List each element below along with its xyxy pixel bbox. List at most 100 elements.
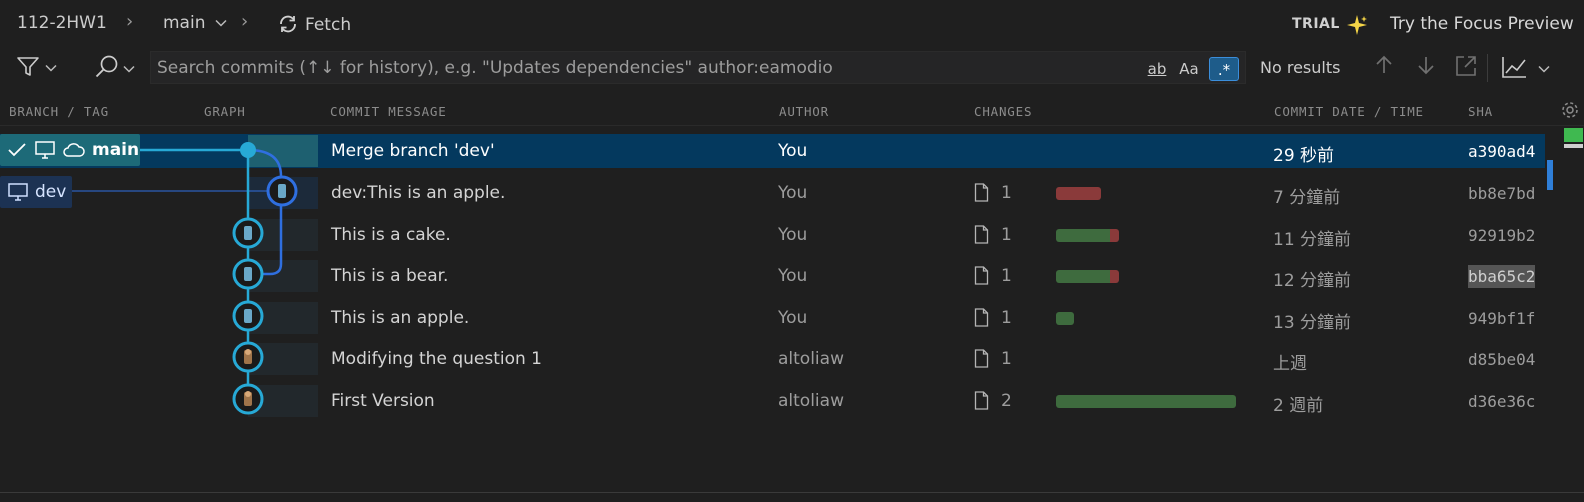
commit-date: 13 分鐘前 bbox=[1273, 313, 1352, 333]
commit-sha-highlight: bba65c2 bbox=[1468, 265, 1536, 288]
arrow-up-icon bbox=[1376, 55, 1392, 73]
deletions-segment bbox=[1110, 270, 1119, 283]
changed-files-count: 1 bbox=[1001, 349, 1012, 369]
column-header-sha[interactable]: SHA bbox=[1468, 104, 1493, 119]
search-toolbar: ab Aa .* No results bbox=[0, 48, 1584, 88]
chevron-down-icon bbox=[215, 19, 227, 27]
chevron-down-icon bbox=[45, 64, 57, 72]
commit-avatar-node[interactable] bbox=[232, 300, 264, 332]
commit-message: This is a bear. bbox=[331, 266, 449, 286]
repo-name[interactable]: 112-2HW1 bbox=[17, 13, 107, 33]
changes-bar bbox=[1056, 229, 1119, 242]
commit-avatar-node[interactable] bbox=[232, 217, 264, 249]
changed-files-count: 1 bbox=[1001, 183, 1012, 203]
previous-result-button[interactable] bbox=[1370, 54, 1398, 82]
commit-avatar-node[interactable] bbox=[232, 258, 264, 290]
additions-segment bbox=[1056, 312, 1074, 325]
commit-sha[interactable]: d85be04 bbox=[1468, 350, 1535, 369]
file-icon bbox=[974, 266, 989, 285]
commit-date: 2 週前 bbox=[1273, 396, 1324, 416]
column-header-date[interactable]: COMMIT DATE / TIME bbox=[1274, 104, 1424, 119]
commit-date: 7 分鐘前 bbox=[1273, 188, 1341, 208]
search-icon bbox=[95, 55, 118, 78]
filter-icon bbox=[17, 57, 39, 76]
commit-message: This is an apple. bbox=[331, 308, 470, 328]
commit-sha[interactable]: bba65c2 bbox=[1468, 265, 1536, 288]
commit-date: 11 分鐘前 bbox=[1273, 230, 1352, 250]
toolbar-divider bbox=[1487, 54, 1488, 82]
commit-message: Modifying the question 1 bbox=[331, 349, 542, 369]
file-icon bbox=[974, 183, 989, 202]
match-whole-word-toggle[interactable]: ab bbox=[1143, 57, 1171, 81]
scroll-marker-head bbox=[1564, 128, 1583, 142]
commit-avatar-node[interactable] bbox=[232, 383, 264, 415]
commit-date: 29 秒前 bbox=[1273, 146, 1335, 166]
commit-sha[interactable]: bb8e7bd bbox=[1468, 184, 1535, 203]
fetch-label: Fetch bbox=[305, 15, 352, 35]
commit-graph bbox=[72, 142, 298, 415]
commit-message: dev:This is an apple. bbox=[331, 183, 506, 203]
fetch-button[interactable]: Fetch bbox=[277, 13, 351, 35]
file-icon bbox=[974, 308, 989, 327]
merge-commit-dot[interactable] bbox=[240, 142, 256, 158]
commit-avatar-node[interactable] bbox=[266, 175, 298, 207]
search-box: ab Aa .* bbox=[150, 51, 1246, 84]
next-result-button[interactable] bbox=[1412, 54, 1440, 82]
deletions-segment bbox=[1056, 187, 1101, 200]
chevron-right-icon: › bbox=[126, 11, 134, 32]
search-mode-button[interactable] bbox=[94, 54, 140, 82]
additions-segment bbox=[1056, 229, 1110, 242]
trial-badge: TRIAL bbox=[1292, 16, 1340, 32]
changes-bar bbox=[1056, 312, 1074, 325]
column-header-message[interactable]: COMMIT MESSAGE bbox=[330, 104, 447, 119]
regex-toggle[interactable]: .* bbox=[1209, 57, 1239, 81]
gear-icon[interactable] bbox=[1560, 100, 1580, 120]
search-results-status: No results bbox=[1260, 58, 1341, 77]
column-header-changes[interactable]: CHANGES bbox=[974, 104, 1032, 119]
arrow-down-icon bbox=[1418, 57, 1434, 75]
chevron-right-icon: › bbox=[241, 11, 249, 32]
column-headers: BRANCH / TAG GRAPH COMMIT MESSAGE AUTHOR… bbox=[0, 96, 1584, 126]
focus-preview-link[interactable]: Try the Focus Preview bbox=[1390, 14, 1574, 34]
commit-avatar-node[interactable] bbox=[232, 341, 264, 373]
column-header-branch[interactable]: BRANCH / TAG bbox=[9, 104, 109, 119]
branch-selector[interactable]: main bbox=[163, 13, 227, 33]
commit-author: You bbox=[778, 183, 808, 203]
commit-sha[interactable]: 92919b2 bbox=[1468, 226, 1535, 245]
commit-message: Merge branch 'dev' bbox=[331, 141, 495, 161]
open-in-view-button[interactable] bbox=[1452, 54, 1480, 82]
scroll-marker bbox=[1564, 144, 1583, 148]
deletions-segment bbox=[1110, 229, 1119, 242]
graph-scrollbar[interactable] bbox=[1545, 126, 1584, 496]
file-icon bbox=[974, 349, 989, 368]
top-bar: 112-2HW1 › main › Fetch TRIAL Try the Fo… bbox=[0, 0, 1584, 48]
sync-icon bbox=[280, 15, 296, 33]
search-input[interactable] bbox=[157, 57, 1117, 79]
chevron-down-icon bbox=[123, 65, 135, 73]
commit-sha[interactable]: 949bf1f bbox=[1468, 309, 1535, 328]
commit-author: altoliaw bbox=[778, 391, 844, 411]
filter-button[interactable] bbox=[16, 56, 62, 80]
commit-author: You bbox=[778, 266, 808, 286]
column-header-author[interactable]: AUTHOR bbox=[779, 104, 829, 119]
commit-message: This is a cake. bbox=[331, 225, 451, 245]
commit-date: 12 分鐘前 bbox=[1273, 271, 1352, 291]
commit-sha[interactable]: a390ad4 bbox=[1468, 142, 1535, 161]
changes-bar bbox=[1056, 187, 1101, 200]
commit-author: You bbox=[778, 225, 808, 245]
scroll-thumb[interactable] bbox=[1547, 160, 1553, 190]
changed-files-count: 2 bbox=[1001, 391, 1012, 411]
commit-author: You bbox=[778, 308, 808, 328]
panel-bottom-border bbox=[0, 492, 1584, 493]
commit-author: You bbox=[778, 141, 808, 161]
column-header-graph[interactable]: GRAPH bbox=[204, 104, 246, 119]
changed-files-count: 1 bbox=[1001, 308, 1012, 328]
commit-sha[interactable]: d36e36c bbox=[1468, 392, 1535, 411]
link-external-icon bbox=[1456, 56, 1476, 76]
file-icon bbox=[974, 225, 989, 244]
changes-bar bbox=[1056, 270, 1119, 283]
match-case-toggle[interactable]: Aa bbox=[1175, 57, 1203, 81]
branch-selector-label: main bbox=[163, 13, 206, 33]
commit-author: altoliaw bbox=[778, 349, 844, 369]
graph-options-button[interactable] bbox=[1500, 54, 1556, 82]
